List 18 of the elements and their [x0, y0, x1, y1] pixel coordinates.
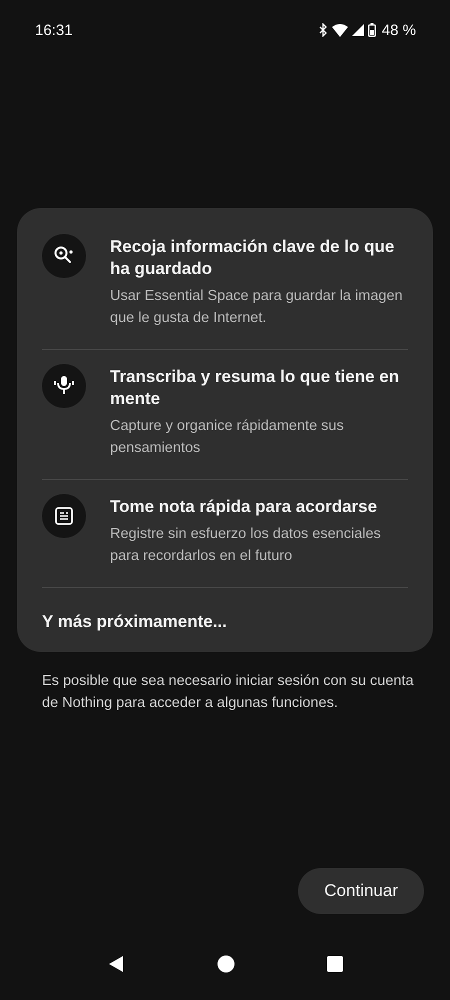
note-icon: [52, 504, 76, 528]
feature-description: Capture y organice rápidamente sus pensamientos: [110, 417, 345, 458]
wifi-icon: [332, 24, 348, 36]
bluetooth-icon: [318, 23, 328, 37]
feature-title: Tome nota rápida para acordarse: [110, 496, 378, 518]
feature-title: Transcriba y resuma lo que tiene en mente: [110, 366, 400, 410]
continue-button[interactable]: Continuar: [298, 868, 424, 914]
back-icon[interactable]: [107, 955, 125, 973]
more-text: Y más próximamente...: [42, 611, 228, 632]
battery-percent: 48 %: [382, 22, 416, 38]
notice-text: Es posible que sea necesario iniciar sesión con su cuenta de Nothing para acceder a algunas funciones.: [41, 672, 415, 713]
feature-description: Usar Essential Space para guardar la imagen que le gusta de Internet.: [110, 287, 404, 328]
feature-description: Registre sin esfuerzo los datos esenciales para recordarlos en el futuro: [110, 525, 382, 566]
clock-time: 16:31: [35, 22, 73, 38]
signal-icon: [352, 24, 364, 36]
battery-icon: [368, 23, 376, 37]
home-icon[interactable]: [217, 955, 235, 973]
feature-title: Recoja información clave de lo que ha guardado: [110, 236, 396, 280]
